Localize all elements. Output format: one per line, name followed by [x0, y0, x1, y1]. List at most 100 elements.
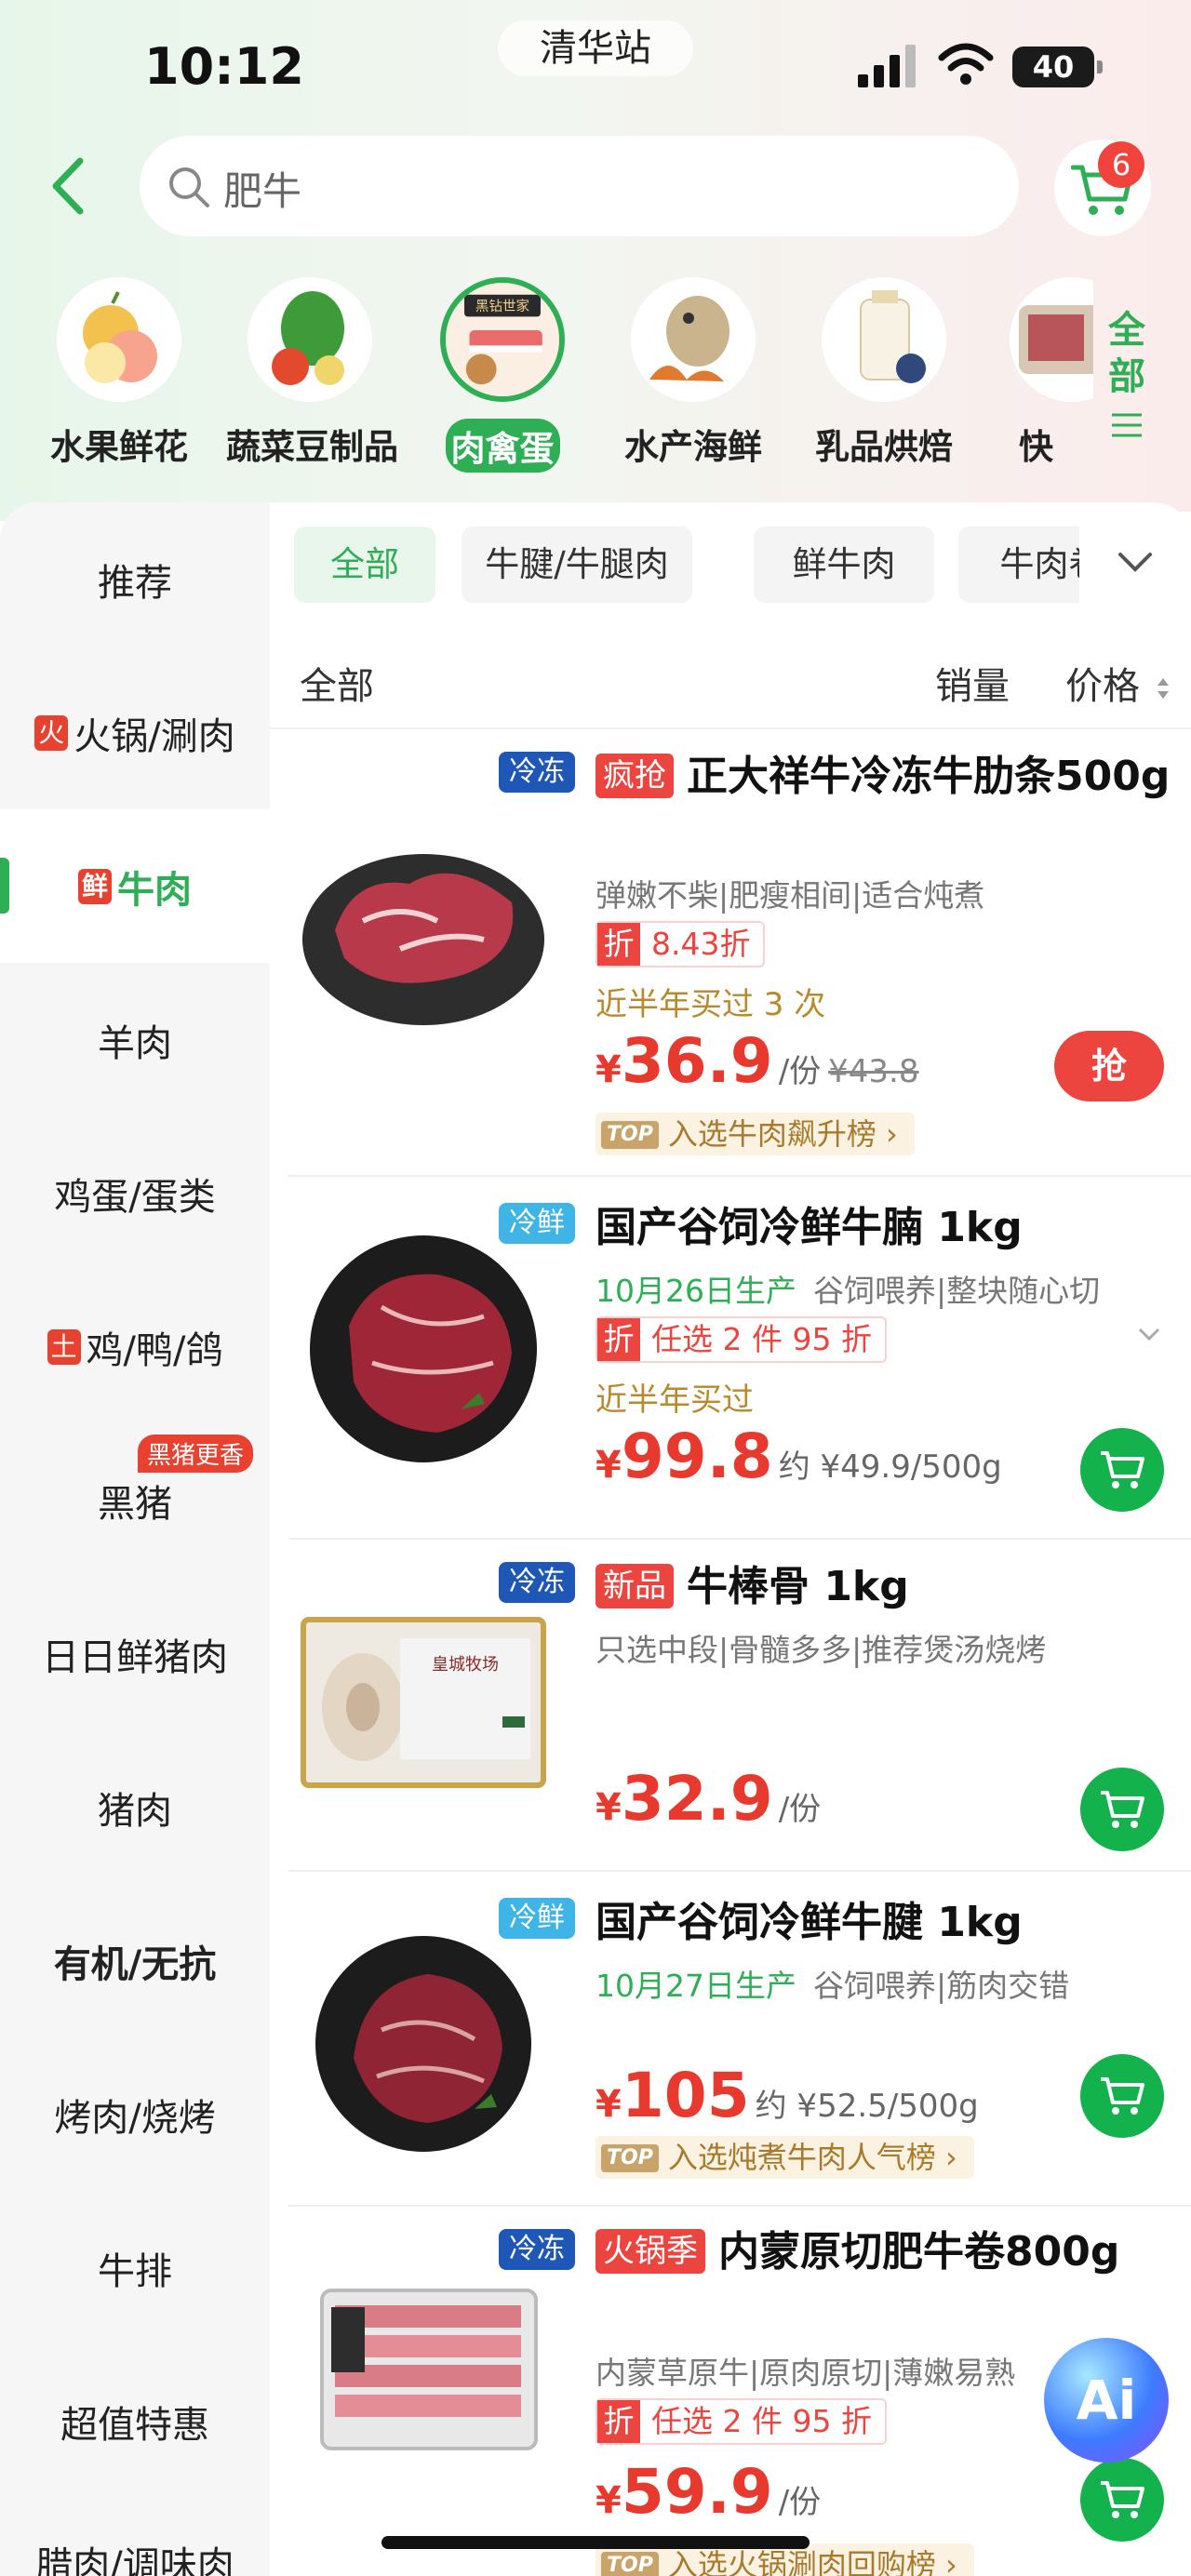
top-rank-icon: TOP [601, 2144, 659, 2172]
price-unit: /份 [778, 1791, 822, 1828]
category-label: 乳品烘焙 [815, 427, 953, 467]
price-unit: /份 [778, 1053, 822, 1090]
sort-arrows-icon [1157, 678, 1169, 699]
sort-price[interactable]: 价格 [1065, 656, 1171, 710]
sidebar-item-beef[interactable]: 鲜牛肉 [0, 809, 270, 963]
product-desc-text: 谷饲喂养|筋肉交错 [812, 1968, 1070, 2004]
grab-button[interactable]: 抢 [1054, 1031, 1164, 1101]
category-meat[interactable]: 黑钻世家 肉禽蛋 [419, 277, 586, 473]
price-value: 59.9 [621, 2456, 773, 2528]
sidebar-item-label: 腊肉/调味肉 [35, 2544, 234, 2576]
production-date: 10月26日生产 [596, 1273, 796, 1309]
fresh-tag-icon: 鲜 [77, 868, 112, 904]
sidebar-item-black-pork[interactable]: 黑猪更香 黑猪 [0, 1423, 270, 1577]
sidebar-item-label: 烤肉/烧烤 [54, 2096, 216, 2140]
filter-chip-all[interactable]: 全部 [294, 527, 435, 603]
station-pill[interactable]: 清华站 [498, 20, 693, 76]
cart-icon [1101, 1791, 1144, 1828]
category-vegetable[interactable]: 蔬菜豆制品 [226, 277, 398, 469]
product-title: 国产谷饲冷鲜牛腩 1kg [596, 1204, 1023, 1251]
sidebar-item-label: 羊肉 [98, 1021, 172, 1065]
promo-tag: 新品 [596, 1564, 674, 1608]
add-to-cart-button[interactable] [1080, 1768, 1164, 1851]
meat-banner-text: 黑钻世家 [475, 299, 530, 314]
status-time: 10:12 [144, 37, 304, 96]
sort-price-label: 价格 [1065, 665, 1140, 708]
ai-assistant-button[interactable]: Ai [1044, 2338, 1169, 2463]
sidebar-item-eggs[interactable]: 鸡蛋/蛋类 [0, 1116, 270, 1270]
sidebar-item-cured[interactable]: 腊肉/调味肉 [0, 2498, 270, 2576]
product-card[interactable]: 冷冻 疯抢 正大祥牛冷冻牛肋条500g 弹嫩不柴|肥瘦相间|适合炖煮 折 8.43折… [288, 735, 1191, 1177]
sidebar-item-label: 黑猪 [98, 1482, 172, 1526]
home-indicator[interactable] [381, 2536, 810, 2549]
category-label: 肉禽蛋 [445, 419, 560, 473]
all-categories-button[interactable]: 全部 [1094, 307, 1159, 450]
original-price: ¥43.8 [828, 1053, 919, 1090]
category-fast[interactable]: 快 [991, 277, 1093, 469]
chevron-down-icon[interactable] [1137, 1326, 1161, 1342]
category-fruit[interactable]: 水果鲜花 [35, 277, 203, 469]
product-desc: 10月27日生产 谷饲喂养|筋肉交错 [596, 1961, 1069, 2006]
sidebar-item-label: 火锅/涮肉 [74, 714, 235, 758]
vegetable-image [248, 277, 372, 402]
sidebar-item-steak[interactable]: 牛排 [0, 2191, 270, 2344]
rank-banner[interactable]: TOP 入选炖煮牛肉人气榜 › [596, 2136, 974, 2179]
add-to-cart-button[interactable] [1080, 1428, 1164, 1512]
rank-banner[interactable]: TOP 入选牛肉飙升榜 › [596, 1113, 915, 1155]
category-dairy[interactable]: 乳品烘焙 [800, 277, 968, 469]
chevron-down-icon [1118, 553, 1152, 572]
top-rank-icon: TOP [601, 1121, 659, 1149]
sidebar-item-organic[interactable]: 有机/无抗 [0, 1884, 270, 2037]
sidebar-item-poultry[interactable]: 土鸡/鸭/鸽 [0, 1270, 270, 1423]
category-label: 快 [1019, 427, 1053, 467]
search-bar[interactable]: 肥牛 [140, 136, 1019, 236]
search-input[interactable]: 肥牛 [223, 160, 301, 217]
sidebar: 推荐 火火锅/涮肉 鲜牛肉 羊肉 鸡蛋/蛋类 土鸡/鸭/鸽 黑猪更香 黑猪 日日鲜… [0, 502, 270, 2576]
local-tag-icon: 土 [47, 1328, 81, 1365]
product-price: ¥99.8 约 ¥49.9/500g [596, 1421, 1002, 1492]
add-to-cart-button[interactable] [1080, 2458, 1164, 2542]
cart-icon [1101, 1451, 1144, 1488]
storage-frozen-tag: 冷冻 [499, 752, 575, 793]
cart-count-badge: 6 [1098, 141, 1144, 188]
sidebar-item-recommend[interactable]: 推荐 [0, 502, 270, 656]
category-label: 水产海鲜 [624, 427, 762, 467]
sidebar-item-daily-pork[interactable]: 日日鲜猪肉 [0, 1577, 270, 1730]
product-card[interactable]: 冷鲜 国产谷饲冷鲜牛腱 1kg 10月27日生产 谷饲喂养|筋肉交错 ¥105 约 … [288, 1872, 1191, 2207]
sidebar-item-bbq[interactable]: 烤肉/烧烤 [0, 2037, 270, 2191]
price-currency: ¥ [596, 1444, 622, 1487]
price-currency: ¥ [596, 1786, 622, 1829]
cart-icon [1101, 2077, 1144, 2115]
product-title: 国产谷饲冷鲜牛腱 1kg [596, 1899, 1023, 1946]
product-card[interactable]: 冷鲜 国产谷饲冷鲜牛腩 1kg 10月26日生产 谷饲喂养|整块随心切 折任选 2… [288, 1177, 1191, 1540]
back-arrow-icon[interactable] [45, 153, 91, 219]
product-title: 新品 牛棒骨 1kg [596, 1560, 1172, 1614]
product-title: 疯抢 正大祥牛冷冻牛肋条500g [596, 750, 1172, 804]
product-image-beef-brisket [310, 1235, 537, 1462]
product-desc: 只选中段|骨髓多多|推荐煲汤烧烤 [596, 1632, 1047, 1668]
rank-text: 入选火锅涮肉回购榜 › [667, 2547, 957, 2576]
sidebar-item-deals[interactable]: 超值特惠 [0, 2344, 270, 2498]
discount-text: 任选 2 件 95 折 [651, 2403, 872, 2439]
sidebar-item-lamb[interactable]: 羊肉 [0, 963, 270, 1116]
sort-all[interactable]: 全部 [300, 656, 374, 710]
sidebar-item-label: 猪肉 [98, 1789, 172, 1833]
sidebar-item-hotpot[interactable]: 火火锅/涮肉 [0, 656, 270, 809]
fruit-image [57, 277, 181, 402]
rank-text: 入选炖煮牛肉人气榜 › [667, 2140, 957, 2175]
promo-tag: 疯抢 [596, 754, 674, 798]
add-to-cart-button[interactable] [1080, 2054, 1164, 2138]
cart-icon [1101, 2481, 1144, 2518]
filter-expand-button[interactable] [1079, 512, 1191, 614]
filter-chip-shank[interactable]: 牛腱/牛腿肉 [462, 527, 692, 603]
category-seafood[interactable]: 水产海鲜 [609, 277, 777, 469]
storage-fresh-tag: 冷鲜 [499, 1203, 575, 1244]
product-card[interactable]: 皇城牧场 冷冻 新品 牛棒骨 1kg 只选中段|骨髓多多|推荐煲汤烧烤 ¥32.9… [288, 1540, 1191, 1872]
sort-sales[interactable]: 销量 [935, 656, 1010, 710]
discount-tag: 折任选 2 件 95 折 [596, 2398, 887, 2445]
price-unit: 约 ¥52.5/500g [755, 2088, 979, 2125]
price-currency: ¥ [596, 2083, 622, 2126]
filter-chip-fresh-beef[interactable]: 鲜牛肉 [754, 527, 934, 603]
product-title-text: 正大祥牛冷冻牛肋条500g [687, 753, 1171, 800]
sidebar-item-pork[interactable]: 猪肉 [0, 1730, 270, 1884]
